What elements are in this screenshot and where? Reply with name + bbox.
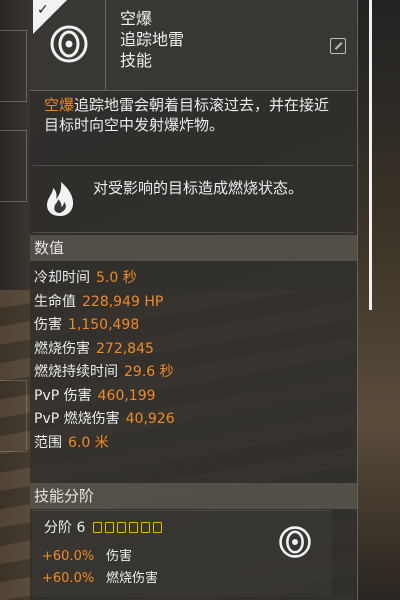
tooltip-header: ✓ 空爆 追踪地雷 技能 [30,0,357,91]
burn-icon [47,182,74,216]
tier-pips [90,520,162,536]
tier-pip [140,522,150,533]
bonus-row: +60.0% 燃烧伤害 [42,567,158,586]
stat-value: 40,926 [125,411,175,427]
stat-label: PvP 伤害 [34,387,92,404]
stat-label: 燃烧持续时间 [34,364,118,380]
stat-value: 460,199 [97,387,156,404]
tier-pip [128,522,138,533]
stat-row: 燃烧伤害 272,845 [34,338,175,362]
tier-pip [116,522,126,533]
stat-label: 范围 [34,434,62,451]
tier-pip [104,522,114,533]
skill-tooltip: ✓ 空爆 追踪地雷 技能 空爆追踪地雷会朝着目标滚过去，并在接近目标时向空中发射… [30,0,358,600]
stat-row: PvP 伤害 460,199 [34,385,175,409]
pin-icon[interactable] [330,38,346,54]
stat-row: 生命值 228,949 HP [34,291,175,315]
seeker-mine-icon [279,526,311,558]
stats-list: 冷却时间 5.0 秒生命值 228,949 HP 伤害 1,150,498 燃烧伤害 272… [34,267,175,455]
tier-pip [92,522,102,533]
check-mark: ✓ [37,2,49,18]
bg-frame [0,130,27,202]
background-right [355,0,400,600]
stat-value: 6.0 米 [68,434,109,451]
stat-value: 228,949 HP [82,293,164,310]
tier-header: 技能分阶 [30,483,357,509]
stat-row: 燃烧持续时间 29.6 秒 [34,361,175,385]
stat-row: 冷却时间 5.0 秒 [34,267,175,291]
tier-line: 分阶 6 [44,517,162,537]
skill-icon-box[interactable]: ✓ [33,0,106,90]
effect-row: 对受影响的目标造成燃烧状态。 [33,165,354,233]
stat-label: 冷却时间 [34,270,90,286]
bg-frame [0,30,27,102]
stat-row: PvP 燃烧伤害 40,926 [34,408,175,432]
bonus-label: 燃烧伤害 [106,571,159,586]
stat-row: 范围 6.0 米 [34,432,175,456]
background-pole [369,0,372,310]
seeker-mine-icon [50,25,88,63]
stat-label: 燃烧伤害 [34,340,90,357]
skill-title: 空爆 追踪地雷 技能 [120,8,184,71]
bonus-label: 伤害 [106,549,133,564]
bonus-value: +60.0% [42,549,95,564]
tier-pip [152,522,162,533]
stat-label: PvP 燃烧伤害 [34,411,120,427]
skill-name: 空爆 [120,9,153,28]
description-highlight: 空爆 [44,96,75,114]
stat-value: 5.0 秒 [96,270,137,286]
tier-label: 分阶 6 [44,520,86,536]
stats-header: 数值 [30,235,357,261]
stat-row: 伤害 1,150,498 [34,314,175,338]
stat-value: 29.6 秒 [124,364,174,380]
stat-label: 生命值 [34,293,76,310]
effect-text: 对受影响的目标造成燃烧状态。 [93,179,304,197]
bonus-value: +60.0% [42,571,95,586]
skill-category: 追踪地雷 [120,30,185,49]
stat-value: 1,150,498 [68,317,140,333]
skill-type: 技能 [120,51,153,70]
description-text: 追踪地雷会朝着目标滚过去，并在接近目标时向空中发射爆炸物。 [44,96,330,134]
bonus-row: +60.0% 伤害 [42,545,132,564]
stat-value: 272,845 [96,340,154,357]
skill-description: 空爆追踪地雷会朝着目标滚过去，并在接近目标时向空中发射爆炸物。 [44,95,344,135]
tier-box: 分阶 6 +60.0% 伤害 +60.0% 燃烧伤害 [32,510,332,597]
stat-label: 伤害 [34,317,62,333]
